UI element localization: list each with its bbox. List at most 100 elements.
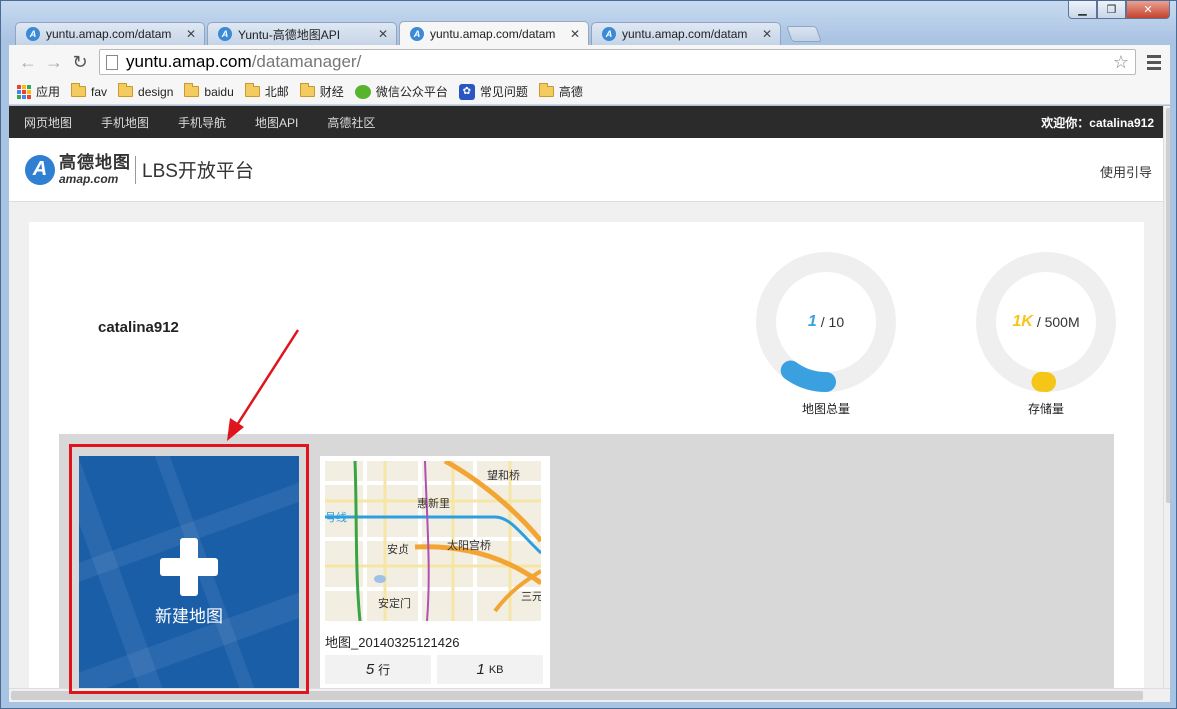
- folder-icon: [184, 83, 200, 97]
- map-size: 1 KB: [437, 655, 543, 684]
- browser-tab-active[interactable]: A yuntu.amap.com/datam ✕: [399, 21, 589, 45]
- nav-link-mobile-nav[interactable]: 手机导航: [178, 114, 226, 131]
- logo-cn-text: 高德地图: [59, 153, 131, 172]
- tab-title: Yuntu-高德地图API: [238, 27, 341, 42]
- tab-title: yuntu.amap.com/datam: [46, 27, 172, 41]
- site-top-nav: 网页地图 手机地图 手机导航 地图API 高德社区 欢迎你：catalina91…: [9, 106, 1170, 138]
- nav-link-web-map[interactable]: 网页地图: [24, 114, 72, 131]
- folder-icon: [244, 83, 260, 97]
- map-card[interactable]: 望和桥 惠新里 号线 安贞 太阳宫桥 安定门 三元 地图_20140325121…: [320, 456, 550, 688]
- nav-link-mobile-map[interactable]: 手机地图: [101, 114, 149, 131]
- map-thumbnail-image: 望和桥 惠新里 号线 安贞 太阳宫桥 安定门 三元: [325, 461, 541, 621]
- bookmark-label: 财经: [319, 85, 344, 99]
- bookmark-label: fav: [91, 84, 108, 99]
- close-window-button[interactable]: ✕: [1126, 1, 1170, 19]
- nav-link-community[interactable]: 高德社区: [327, 114, 375, 131]
- row-count-unit: 行: [378, 663, 391, 677]
- menu-icon[interactable]: [1144, 54, 1164, 70]
- map-row-count: 5 行: [325, 655, 431, 684]
- folder-icon: [71, 83, 87, 97]
- thumb-label: 安定门: [378, 596, 411, 610]
- usage-guide-link[interactable]: 使用引导: [1100, 162, 1152, 181]
- reload-icon[interactable]: ↻: [67, 49, 93, 75]
- bookmark-label: 高德: [558, 85, 583, 99]
- browser-window: ▁ ❐ ✕ A yuntu.amap.com/datam ✕ A Yuntu-高…: [0, 0, 1177, 709]
- account-username: catalina912: [98, 319, 179, 336]
- bookmark-folder[interactable]: baidu: [184, 83, 234, 99]
- address-bar[interactable]: yuntu.amap.com /datamanager/ ☆: [99, 49, 1136, 75]
- bookmark-label: 北邮: [264, 85, 289, 99]
- tab-strip: A yuntu.amap.com/datam ✕ A Yuntu-高德地图API…: [15, 21, 822, 45]
- amap-logo[interactable]: A 高德地图 amap.com LBS开放平台: [25, 154, 254, 185]
- browser-tab[interactable]: A Yuntu-高德地图API ✕: [207, 22, 397, 45]
- amap-icon: A: [410, 26, 424, 41]
- folder-icon: [299, 83, 315, 97]
- bookmark-folder[interactable]: 财经: [299, 83, 344, 100]
- bookmark-folder[interactable]: design: [118, 83, 174, 99]
- map-quota-label: 地图总量: [801, 402, 850, 416]
- close-tab-icon[interactable]: ✕: [570, 27, 580, 41]
- close-tab-icon[interactable]: ✕: [762, 27, 772, 41]
- browser-toolbar: ← → ↻ yuntu.amap.com /datamanager/ ☆: [9, 45, 1170, 79]
- bookmark-label: 常见问题: [479, 85, 528, 99]
- back-arrow-icon[interactable]: ←: [15, 49, 41, 75]
- bookmark-label: 应用: [36, 85, 61, 99]
- thumb-label: 安贞: [387, 542, 409, 556]
- thumb-label: 号线: [325, 510, 347, 524]
- thumb-label: 三元: [521, 591, 541, 603]
- nav-link-map-api[interactable]: 地图API: [255, 114, 298, 131]
- size-value: 1: [476, 661, 485, 678]
- baidu-paw-icon: ✿: [458, 83, 475, 100]
- map-quota-total: / 10: [820, 314, 845, 330]
- thumb-label: 惠新里: [417, 496, 450, 510]
- bookmark-wechat[interactable]: 微信公众平台: [354, 83, 448, 100]
- logo-en-text: amap.com: [59, 172, 119, 186]
- bookmark-label: design: [138, 84, 174, 99]
- bookmark-folder[interactable]: 北邮: [244, 83, 289, 100]
- amap-icon: A: [218, 27, 232, 41]
- thumb-label: 太阳宫桥: [447, 538, 491, 552]
- storage-quota-used: 1K: [1012, 313, 1033, 330]
- bookmark-faq[interactable]: ✿ 常见问题: [458, 83, 528, 100]
- url-path: /datamanager/: [251, 52, 362, 71]
- forward-arrow-icon[interactable]: →: [41, 49, 67, 75]
- storage-quota-total: / 500M: [1036, 314, 1080, 330]
- platform-name: LBS开放平台: [142, 161, 254, 182]
- map-quota-used: 1: [807, 313, 817, 330]
- amap-icon: A: [26, 27, 40, 41]
- bookmark-label: 微信公众平台: [375, 85, 448, 99]
- brand-header: A 高德地图 amap.com LBS开放平台 使用引导: [9, 138, 1170, 202]
- map-quota-ring: 1 / 10 地图总量: [756, 252, 896, 416]
- page-icon: [106, 54, 118, 70]
- minimize-button[interactable]: ▁: [1068, 1, 1097, 19]
- bookmark-star-icon[interactable]: ☆: [1113, 52, 1129, 73]
- map-card-name[interactable]: 地图_20140325121426: [325, 632, 459, 651]
- tab-title: yuntu.amap.com/datam: [430, 26, 556, 41]
- close-tab-icon[interactable]: ✕: [378, 27, 388, 41]
- bookmark-folder[interactable]: 高德: [538, 83, 583, 100]
- size-unit: KB: [488, 663, 504, 676]
- scrollbar-thumb[interactable]: [1166, 108, 1170, 503]
- bookmark-apps[interactable]: 应用: [17, 83, 60, 100]
- amap-icon: A: [602, 27, 616, 41]
- new-tab-button[interactable]: [786, 26, 822, 42]
- bookmarks-bar: 应用 fav design baidu 北邮 财经 微信公众平台 ✿ 常见问题: [9, 79, 1170, 105]
- vertical-scrollbar[interactable]: [1163, 106, 1170, 688]
- storage-quota-ring: 1K / 500M 存储量: [976, 252, 1116, 416]
- row-count-value: 5: [365, 661, 375, 678]
- welcome-user[interactable]: 欢迎你：catalina912: [1041, 114, 1154, 131]
- logo-divider: [135, 155, 136, 184]
- thumb-label: 望和桥: [487, 469, 520, 482]
- browser-tab[interactable]: A yuntu.amap.com/datam ✕: [15, 22, 205, 45]
- close-tab-icon[interactable]: ✕: [186, 27, 196, 41]
- amap-logo-icon: A: [25, 154, 55, 185]
- bookmark-folder[interactable]: fav: [71, 83, 108, 99]
- folder-icon: [118, 83, 134, 97]
- map-thumbnail: 望和桥 惠新里 号线 安贞 太阳宫桥 安定门 三元: [325, 461, 541, 621]
- bookmark-label: baidu: [204, 84, 234, 99]
- window-controls: ▁ ❐ ✕: [1068, 1, 1170, 19]
- wechat-icon: [354, 84, 371, 99]
- browser-tab[interactable]: A yuntu.amap.com/datam ✕: [591, 22, 781, 45]
- storage-quota-label: 存储量: [1027, 402, 1064, 416]
- restore-button[interactable]: ❐: [1097, 1, 1126, 19]
